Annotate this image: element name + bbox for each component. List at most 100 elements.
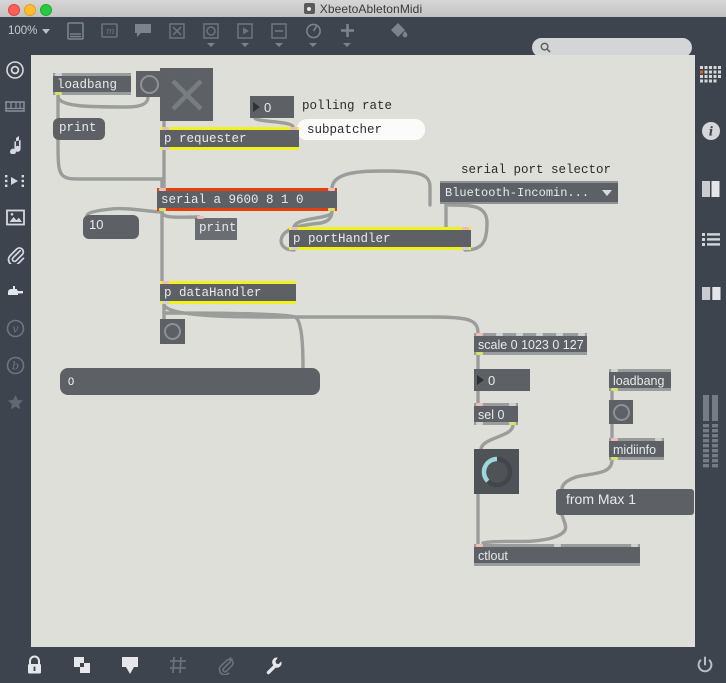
bottom-bar-icon-group [22, 652, 286, 678]
slider-icon[interactable] [268, 22, 290, 48]
comment-polling-rate[interactable]: polling rate [302, 99, 392, 114]
attach-icon[interactable] [214, 652, 238, 678]
outlet [328, 208, 335, 211]
inlet [162, 127, 169, 130]
plug-icon[interactable] [0, 273, 30, 310]
object-p-porthandler[interactable]: p portHandler [289, 227, 471, 250]
subpatcher-label: subpatcher [307, 122, 383, 137]
columns-icon[interactable] [696, 163, 726, 215]
paint-bucket-icon[interactable] [388, 22, 410, 48]
dial-1[interactable] [474, 449, 519, 494]
star-icon[interactable] [0, 384, 30, 421]
number-box-polling-rate[interactable]: 0 [250, 96, 294, 118]
filmstrip-icon[interactable] [0, 162, 30, 199]
max-patcher-window: XbeetoAbletonMidi 100% m v b i loadbang … [0, 0, 726, 683]
inlet [556, 333, 563, 336]
inlet [290, 127, 297, 130]
object-sel-0[interactable]: sel 0 [474, 403, 518, 425]
meters-icon[interactable] [696, 319, 726, 475]
bang-3[interactable] [609, 400, 633, 424]
lock-icon[interactable] [22, 652, 46, 678]
keyboard-icon[interactable] [0, 88, 30, 125]
target-icon[interactable] [0, 51, 30, 88]
grid-palette-icon[interactable] [696, 51, 726, 99]
object-p-datahandler[interactable]: p dataHandler [160, 281, 296, 304]
zoom-level-control[interactable]: 100% [8, 25, 51, 37]
bang-icon[interactable] [200, 22, 222, 48]
message-from-max-1[interactable]: from Max 1 [556, 489, 694, 515]
chevron-down-icon [343, 43, 351, 47]
object-midiinfo[interactable]: midiinfo [609, 438, 664, 460]
object-text: p dataHandler [164, 286, 262, 300]
outlet [291, 247, 298, 250]
chevron-down-icon [602, 189, 612, 196]
list-icon[interactable] [696, 215, 726, 267]
inlet [631, 544, 638, 547]
chevron-down-icon [42, 28, 51, 34]
pin-icon[interactable] [118, 652, 142, 678]
outlet [509, 422, 516, 425]
number-box-scaled-value[interactable]: 0 [474, 369, 530, 391]
outlet [611, 388, 618, 391]
bang-1[interactable] [136, 71, 162, 97]
search-input[interactable] [555, 40, 684, 55]
inlet [462, 227, 469, 230]
image-icon[interactable] [0, 199, 30, 236]
outlet [476, 422, 483, 425]
object-text: scale 0 1023 0 127 [478, 338, 584, 352]
toggle-1[interactable] [160, 68, 213, 121]
object-ctlout[interactable]: ctlout [474, 544, 640, 566]
message-italic-icon[interactable]: m [98, 22, 120, 48]
comment-icon[interactable] [132, 22, 154, 48]
object-loadbang-2[interactable]: loadbang [609, 369, 671, 391]
power-icon[interactable] [696, 656, 714, 679]
bang-2[interactable] [160, 319, 185, 344]
object-text: midiinfo [613, 443, 657, 457]
object-text: p portHandler [293, 232, 391, 246]
grid-icon[interactable] [166, 652, 190, 678]
outlet [55, 92, 62, 95]
new-patcher-icon[interactable] [64, 22, 86, 48]
music-note-icon[interactable] [0, 125, 30, 162]
paperclip-icon[interactable] [0, 236, 30, 273]
toolbar-icon-group: m [64, 22, 410, 48]
add-object-icon[interactable] [336, 22, 358, 48]
slider-1[interactable]: 0 [60, 368, 320, 395]
message-10[interactable]: 10 [83, 215, 139, 239]
object-text: print [199, 221, 237, 235]
object-p-requester[interactable]: p requester [160, 127, 299, 150]
number-value: 0 [264, 99, 272, 115]
object-loadbang-1[interactable]: loadbang [53, 73, 131, 95]
umenu-selected-value: Bluetooth-Incomin... [445, 185, 590, 200]
comment-text: polling rate [302, 99, 393, 113]
wrench-icon[interactable] [262, 652, 286, 678]
patcher-canvas[interactable]: loadbang print 0 polling rate subpatcher [31, 55, 695, 647]
toolbar: 100% m [0, 17, 726, 57]
message-print-1[interactable]: print [53, 118, 105, 140]
svg-text:v: v [12, 323, 19, 336]
toggle-icon[interactable] [166, 22, 188, 48]
zoom-level-label: 100% [8, 25, 38, 37]
message-text: from Max 1 [566, 491, 637, 507]
patcher-modified-icon [303, 3, 315, 14]
book-icon[interactable] [696, 267, 726, 319]
inlet [476, 544, 483, 547]
inlet [611, 369, 618, 372]
presentation-icon[interactable] [70, 652, 94, 678]
beap-icon[interactable]: b [0, 347, 30, 384]
umenu-serial-port[interactable]: Bluetooth-Incomin... [440, 181, 618, 204]
object-scale[interactable]: scale 0 1023 0 127 [474, 333, 587, 355]
inlet [328, 188, 335, 191]
window-title-group: XbeetoAbletonMidi [0, 0, 726, 17]
comment-serial-port-selector[interactable]: serial port selector [461, 163, 611, 178]
playbar-icon[interactable] [234, 22, 256, 48]
info-icon[interactable]: i [696, 99, 726, 163]
subpatcher-name-field[interactable]: subpatcher [297, 119, 425, 140]
svg-text:b: b [11, 360, 18, 373]
object-print-2[interactable]: print [195, 216, 237, 240]
object-serial[interactable]: serial a 9600 8 1 0 [157, 188, 337, 211]
dial-icon[interactable] [302, 22, 324, 48]
vizzie-icon[interactable]: v [0, 310, 30, 347]
outlet [159, 208, 166, 211]
object-text: loadbang [613, 374, 665, 388]
